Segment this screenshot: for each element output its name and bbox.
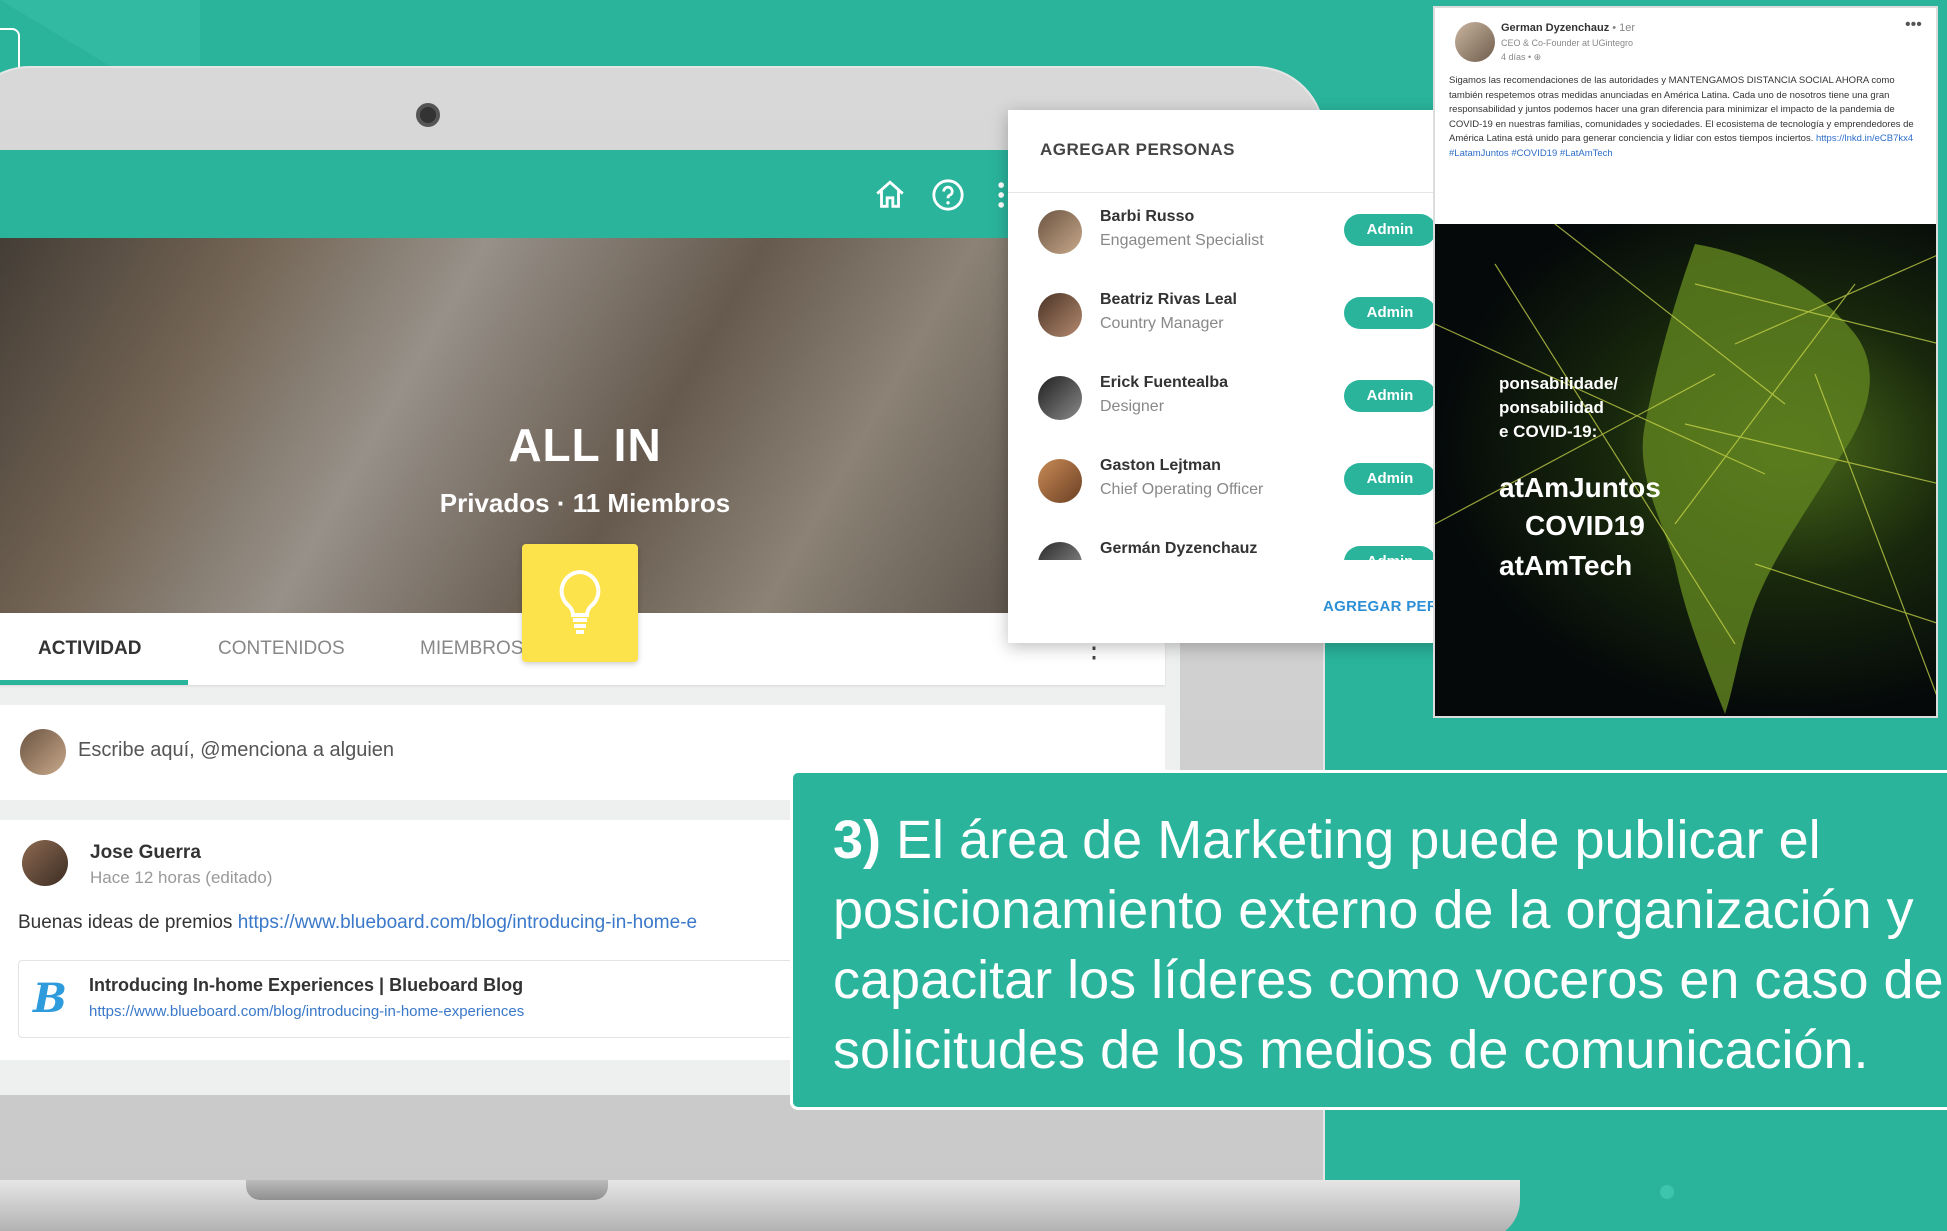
- person-name: Germán Dyzenchauz: [1100, 540, 1258, 557]
- group-subtitle: Privados · 11 Miembros: [439, 488, 731, 518]
- image-hashtag: atAmTech: [1499, 550, 1633, 581]
- post-link[interactable]: https://www.blueboard.com/blog/introduci…: [238, 912, 697, 933]
- person-name: Beatriz Rivas Leal: [1100, 291, 1237, 308]
- popup-title: AGREGAR PERSONAS: [1040, 140, 1236, 159]
- connection-degree: • 1er: [1609, 22, 1636, 34]
- person-role: Country Manager: [1100, 315, 1224, 332]
- caption-line-3: capacitar los líderes como voceros en ca…: [833, 950, 1944, 1010]
- avatar: [22, 840, 68, 886]
- image-text-line: ponsabilidad: [1499, 398, 1604, 417]
- lightbulb-icon: [559, 569, 601, 634]
- admin-badge-button[interactable]: Admin: [1344, 546, 1436, 560]
- tab-actividad[interactable]: ACTIVIDAD: [38, 613, 141, 685]
- link-preview-title[interactable]: Introducing In-home Experiences | Bluebo…: [89, 975, 523, 996]
- admin-badge-button[interactable]: Admin: [1344, 297, 1436, 329]
- linkedin-author[interactable]: German Dyzenchauz • 1er: [1501, 22, 1635, 34]
- linkedin-post-image: ponsabilidade/ ponsabilidad e COVID-19: …: [1435, 224, 1936, 716]
- avatar: [1038, 210, 1082, 254]
- post-body: Buenas ideas de premios https://www.blue…: [18, 912, 697, 934]
- laptop-base-notch: [246, 1180, 608, 1200]
- link-preview-url[interactable]: https://www.blueboard.com/blog/introduci…: [89, 1003, 524, 1020]
- image-text-line: ponsabilidade/: [1499, 374, 1619, 393]
- caption-text: 3) El área de Marketing puede publicar e…: [833, 805, 1947, 1085]
- image-hashtag: atAmJuntos: [1499, 472, 1661, 503]
- avatar: [1455, 22, 1495, 62]
- background-dot: [1660, 1185, 1674, 1199]
- post-text: Buenas ideas de premios: [18, 912, 238, 933]
- person-role: Designer: [1100, 398, 1165, 415]
- person-role: Engagement Specialist: [1100, 232, 1264, 249]
- help-icon[interactable]: [930, 178, 966, 214]
- caption-line: 3) El área de Marketing puede publicar e…: [833, 805, 1947, 875]
- linkedin-headline: CEO & Co-Founder at UGintegro: [1501, 38, 1634, 48]
- caption-box: 3) El área de Marketing puede publicar e…: [790, 770, 1947, 1110]
- caption-line-2: posicionamiento externo de la organizaci…: [833, 880, 1914, 940]
- image-text-line: e COVID-19:: [1499, 422, 1598, 441]
- laptop-base: [0, 1180, 1520, 1231]
- tab-miembros[interactable]: MIEMBROS: [420, 613, 523, 685]
- group-title: ALL IN: [508, 419, 662, 471]
- linkedin-time: 4 días • ⊕: [1501, 52, 1542, 62]
- admin-badge-button[interactable]: Admin: [1344, 380, 1436, 412]
- caption-line-1: El área de Marketing puede publicar el: [896, 810, 1821, 870]
- avatar: [1038, 542, 1082, 560]
- admin-badge-button[interactable]: Admin: [1344, 463, 1436, 495]
- avatar: [20, 729, 66, 775]
- composer-placeholder[interactable]: Escribe aquí, @menciona a alguien: [78, 739, 394, 762]
- post-timestamp: Hace 12 horas (editado): [90, 868, 273, 887]
- linkedin-post-text: Sigamos las recomendaciones de las autor…: [1449, 74, 1927, 161]
- person-name: Erick Fuentealba: [1100, 374, 1229, 391]
- linkedin-author-name: German Dyzenchauz: [1501, 22, 1610, 34]
- laptop-camera: [416, 103, 440, 127]
- more-options-icon[interactable]: •••: [1905, 16, 1922, 34]
- person-role: Chief Operating Officer: [1100, 481, 1264, 498]
- avatar: [1038, 459, 1082, 503]
- caption-number: 3): [833, 810, 882, 870]
- image-hashtag: COVID19: [1525, 510, 1645, 541]
- post-author[interactable]: Jose Guerra: [90, 842, 201, 864]
- avatar: [1038, 376, 1082, 420]
- latam-map-graphic: [1435, 224, 1936, 714]
- active-tab-indicator: [0, 680, 188, 685]
- group-lightbulb-badge: [522, 544, 638, 662]
- tab-contenidos[interactable]: CONTENIDOS: [218, 613, 345, 685]
- person-name: Gaston Lejtman: [1100, 457, 1221, 474]
- person-name: Barbi Russo: [1100, 208, 1195, 225]
- admin-badge-button[interactable]: Admin: [1344, 214, 1436, 246]
- linkedin-post-card: German Dyzenchauz • 1er CEO & Co-Founder…: [1433, 6, 1938, 718]
- blueboard-logo: B: [33, 975, 67, 1022]
- avatar: [1038, 293, 1082, 337]
- caption-line-4: solicitudes de los medios de comunicació…: [833, 1020, 1869, 1080]
- home-icon[interactable]: [872, 178, 908, 214]
- app-header: [0, 150, 1180, 238]
